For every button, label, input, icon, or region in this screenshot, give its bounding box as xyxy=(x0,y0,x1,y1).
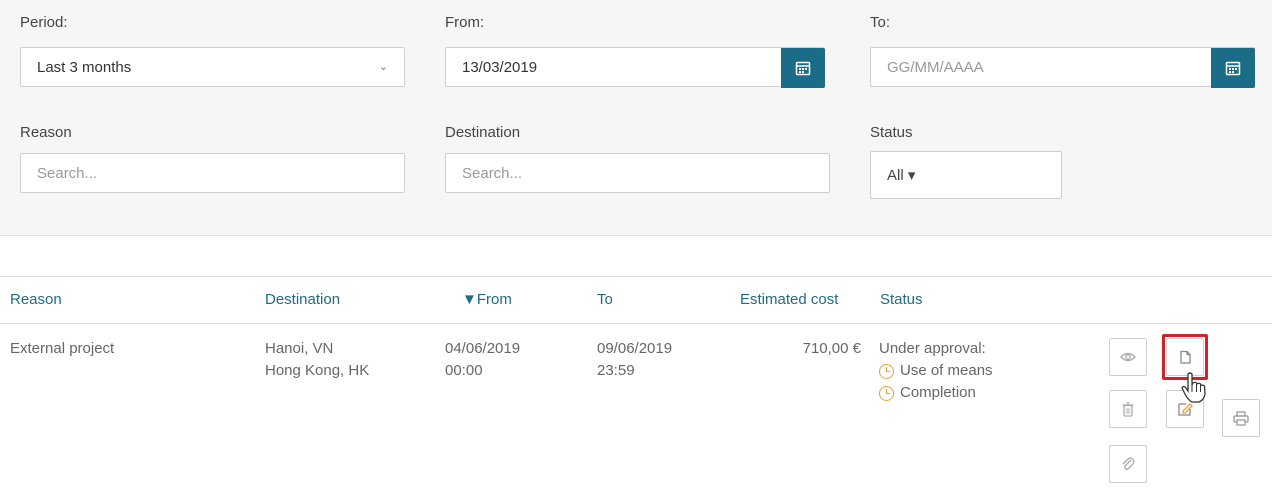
period-value: Last 3 months xyxy=(37,58,132,76)
hand-cursor-icon xyxy=(1181,372,1206,403)
row-estimated-cost: 710,00 € xyxy=(802,340,861,357)
column-header-from[interactable]: ▼From xyxy=(462,291,512,308)
chevron-down-icon: ⌄ xyxy=(378,61,388,73)
view-button[interactable] xyxy=(1109,338,1147,376)
from-date-field[interactable]: 13/03/2019 xyxy=(445,47,825,88)
row-from: 04/06/2019 00:00 xyxy=(445,338,520,382)
reason-search-placeholder: Search... xyxy=(37,164,98,182)
destination-search-placeholder: Search... xyxy=(462,164,523,182)
eye-icon xyxy=(1120,352,1136,362)
calendar-icon xyxy=(1225,61,1241,76)
reason-label: Reason xyxy=(20,124,72,141)
status-dropdown[interactable]: All ▾ xyxy=(870,151,1062,199)
reason-search-input[interactable]: Search... xyxy=(20,153,405,193)
from-label: From: xyxy=(445,14,485,31)
from-time: 00:00 xyxy=(445,362,483,379)
destination-label: Destination xyxy=(445,124,521,141)
to-date: 09/06/2019 xyxy=(597,340,673,357)
column-header-estimated-cost[interactable]: Estimated cost xyxy=(740,291,838,308)
destination-search-input[interactable]: Search... xyxy=(445,153,830,193)
table-header: Reason Destination ▼From To Estimated co… xyxy=(0,276,1272,324)
status-step-label: Use of means xyxy=(900,362,993,379)
column-header-status[interactable]: Status xyxy=(880,291,923,308)
paperclip-icon xyxy=(1122,457,1135,470)
to-time: 23:59 xyxy=(597,362,635,379)
delete-button[interactable] xyxy=(1109,390,1147,428)
status-label: Status xyxy=(870,124,913,141)
clock-icon xyxy=(879,385,894,401)
clock-icon xyxy=(879,363,894,379)
print-button[interactable] xyxy=(1222,399,1260,437)
trash-icon xyxy=(1122,401,1134,417)
status-step: Use of means xyxy=(879,360,993,382)
to-date-placeholder: GG/MM/AAAA xyxy=(887,58,984,76)
row-destination: Hanoi, VN Hong Kong, HK xyxy=(265,338,369,382)
row-reason: External project xyxy=(10,340,115,357)
calendar-icon xyxy=(795,61,811,76)
column-header-to[interactable]: To xyxy=(597,291,613,308)
column-header-reason[interactable]: Reason xyxy=(10,291,62,308)
row-status: Under approval: Use of means Completion xyxy=(879,338,993,404)
status-title: Under approval: xyxy=(879,340,986,357)
status-step: Completion xyxy=(879,382,993,404)
from-date-value: 13/03/2019 xyxy=(462,58,538,76)
from-date: 04/06/2019 xyxy=(445,340,521,357)
row-to: 09/06/2019 23:59 xyxy=(597,338,672,382)
attach-button[interactable] xyxy=(1109,445,1147,483)
destination-line: Hanoi, VN xyxy=(265,340,334,357)
period-select[interactable]: Last 3 months ⌄ xyxy=(20,47,405,87)
to-label: To: xyxy=(870,14,891,31)
to-date-field[interactable]: GG/MM/AAAA xyxy=(870,47,1255,88)
column-header-destination[interactable]: Destination xyxy=(265,291,340,308)
print-icon xyxy=(1233,410,1249,426)
from-calendar-button[interactable] xyxy=(781,48,825,88)
to-calendar-button[interactable] xyxy=(1211,48,1255,88)
status-dropdown-value: All ▾ xyxy=(887,167,916,184)
destination-line: Hong Kong, HK xyxy=(265,362,370,379)
period-label: Period: xyxy=(20,14,68,31)
filter-panel: Period: Last 3 months ⌄ From: 13/03/2019… xyxy=(0,0,1272,236)
status-step-label: Completion xyxy=(900,384,976,401)
